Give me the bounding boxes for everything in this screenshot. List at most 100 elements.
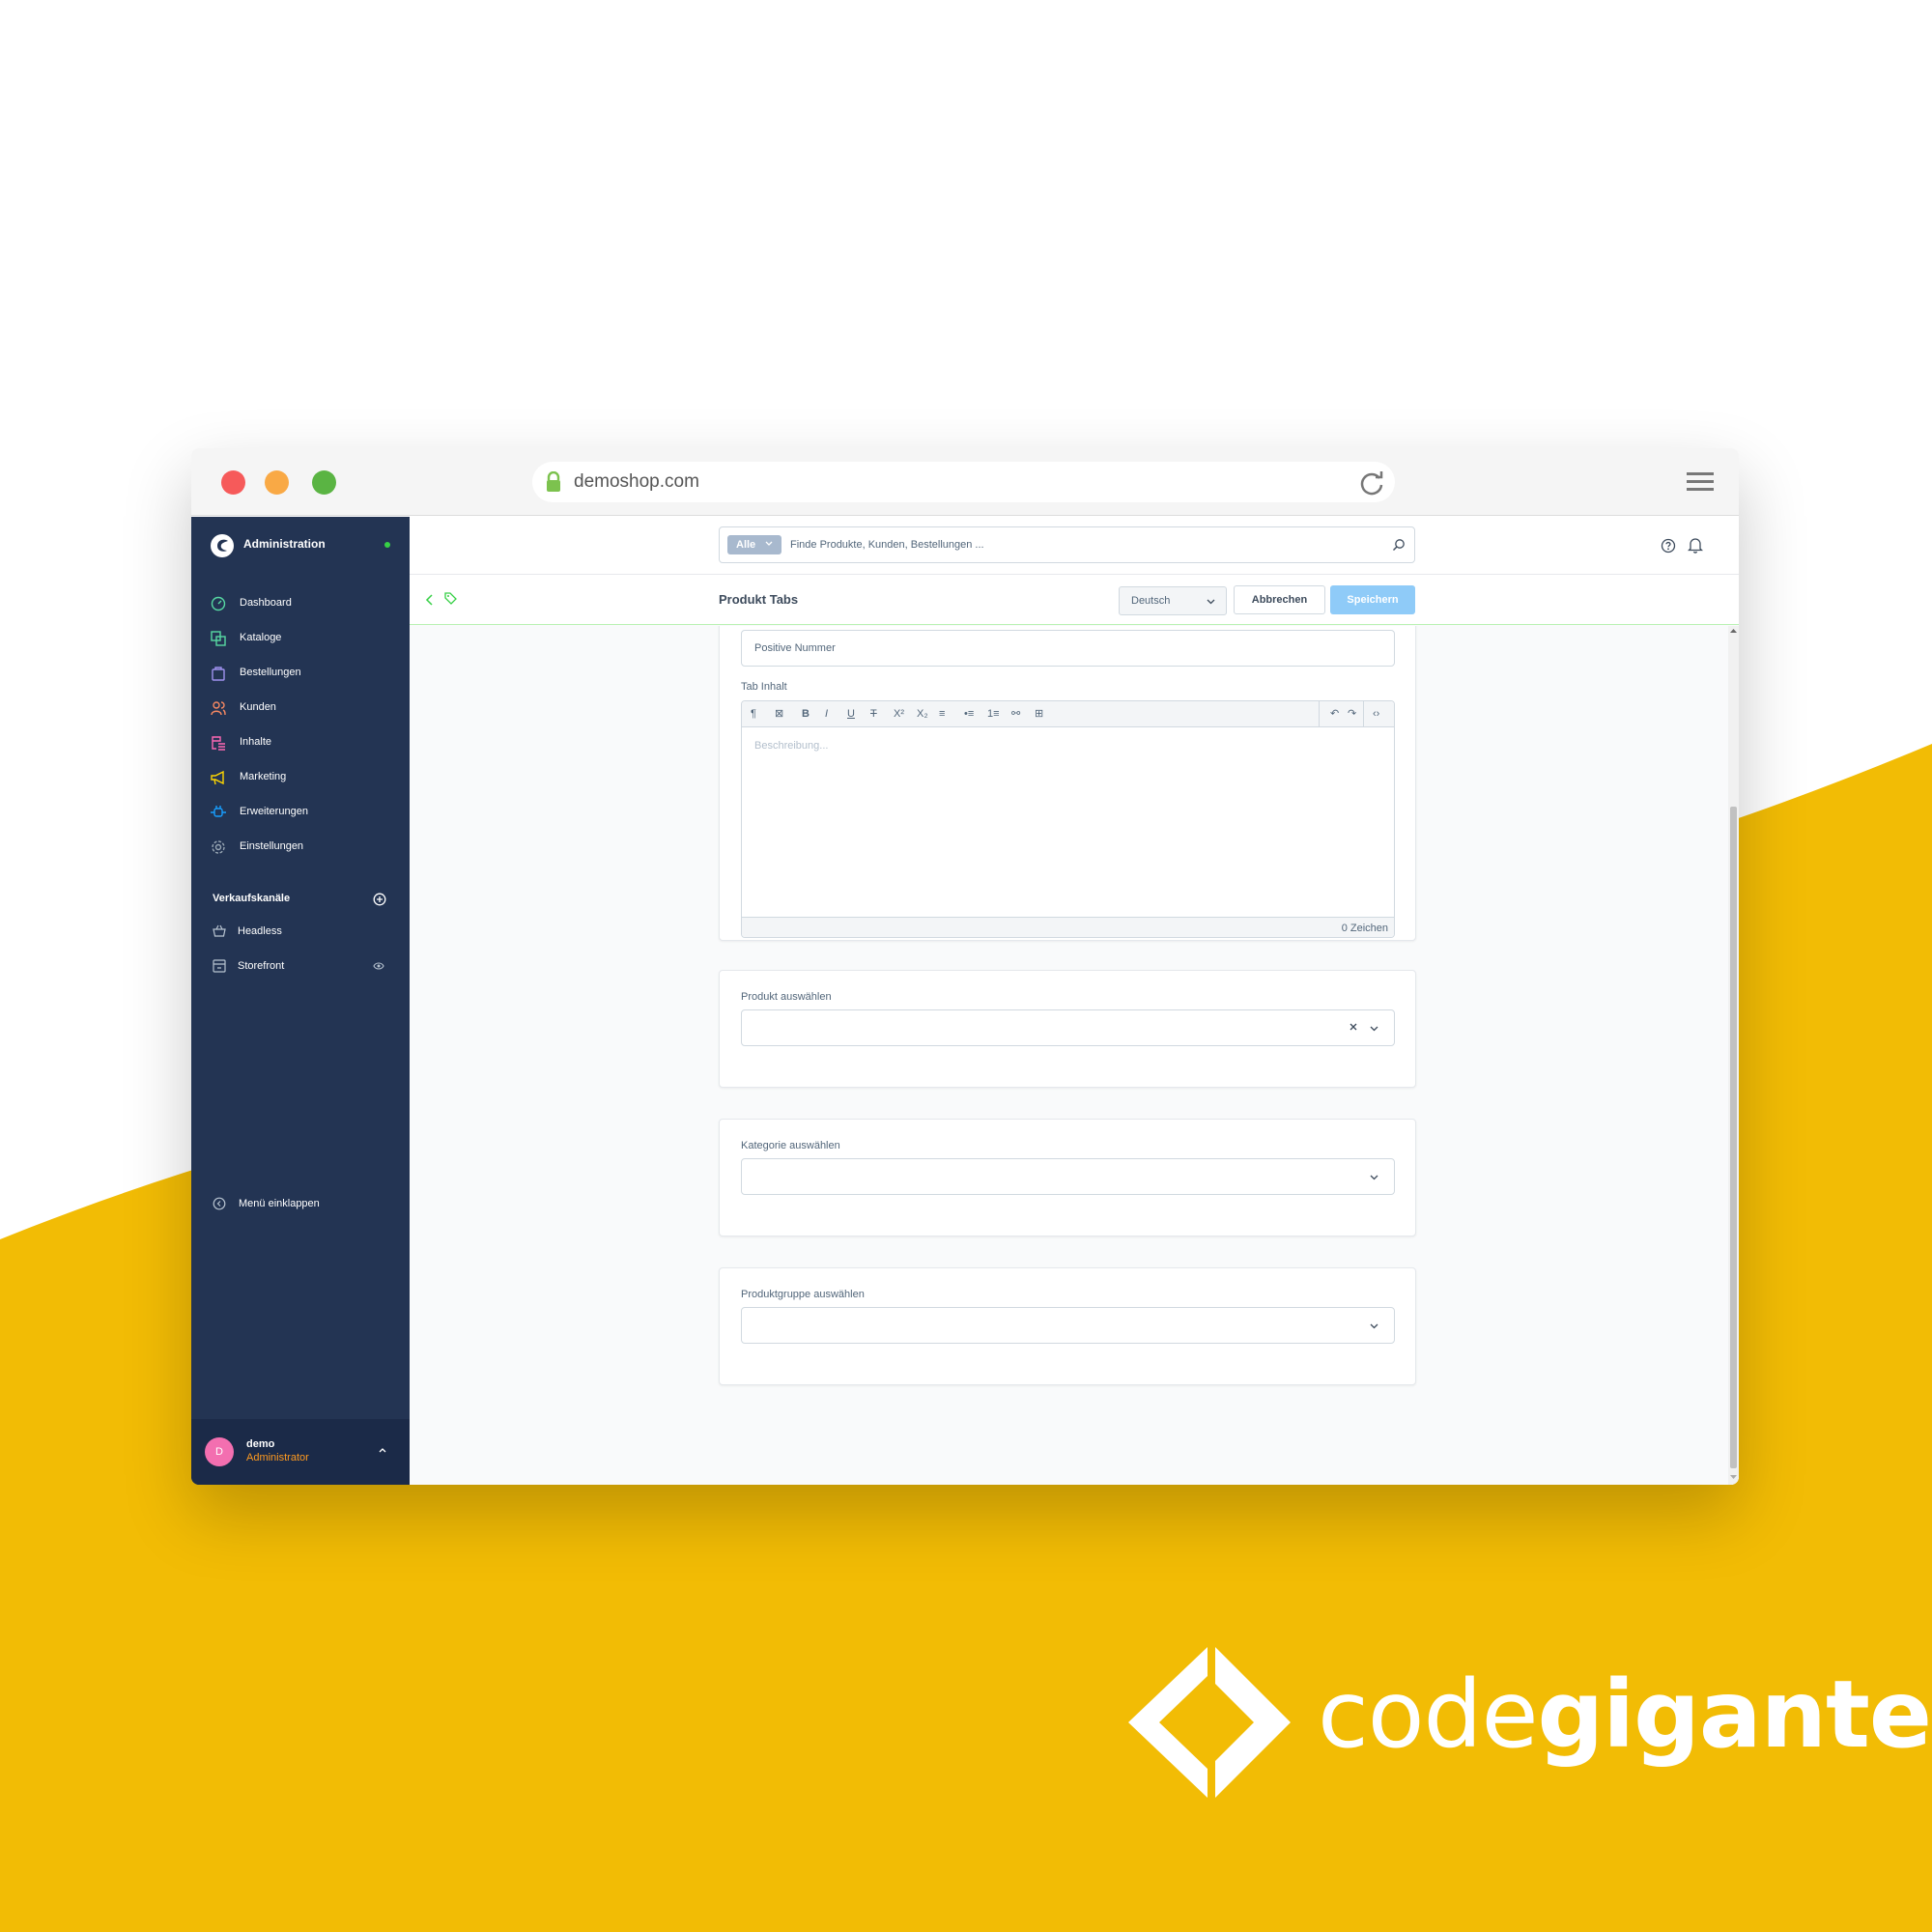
product-select[interactable] (741, 1009, 1395, 1046)
category-select-card: Kategorie auswählen (719, 1119, 1416, 1236)
collapse-menu-label: Menü einklappen (239, 1198, 320, 1209)
search-filter-label: Alle (736, 539, 756, 551)
category-select[interactable] (741, 1158, 1395, 1195)
avatar: D (205, 1437, 234, 1466)
sidebar-item-marketing[interactable]: Marketing (211, 766, 404, 789)
redo-icon[interactable]: ↷ (1348, 708, 1356, 721)
sidebar-item-dashboard[interactable]: Dashboard (211, 592, 404, 615)
language-select[interactable]: Deutsch (1119, 586, 1227, 615)
clear-icon[interactable] (1349, 1022, 1358, 1032)
scroll-down-arrow-icon[interactable] (1730, 1474, 1737, 1480)
marketing-icon (211, 770, 224, 785)
sidebar-item-label: Inhalte (240, 736, 272, 748)
toolbar-divider (1319, 701, 1320, 727)
browser-window: demoshop.com Administration Dashboard Ka… (191, 448, 1739, 1485)
category-select-label: Kategorie auswählen (741, 1140, 840, 1151)
strikethrough-icon[interactable]: T (870, 708, 877, 721)
toolbar-divider (1363, 701, 1364, 727)
eye-icon[interactable] (373, 961, 384, 971)
bullet-list-icon[interactable]: •≡ (964, 708, 974, 721)
text-align-icon[interactable]: ≡ (939, 708, 945, 721)
storefront-icon (213, 959, 226, 973)
content-icon (212, 736, 225, 751)
sidebar-item-label: Bestellungen (240, 667, 301, 678)
sidebar-item-label: Erweiterungen (240, 806, 308, 817)
hamburger-menu-icon[interactable] (1687, 471, 1714, 493)
window-close-dot[interactable] (221, 470, 245, 495)
bell-icon[interactable] (1688, 537, 1703, 554)
content-scrollbar[interactable] (1728, 626, 1739, 1485)
status-dot (384, 542, 390, 548)
undo-icon[interactable]: ↶ (1330, 708, 1339, 721)
paragraph-format-icon[interactable]: ¶ (751, 708, 756, 721)
search-icon[interactable] (1392, 538, 1406, 552)
basket-icon (213, 924, 226, 937)
sidebar-channel-headless[interactable]: Headless (213, 921, 396, 944)
tab-content-label: Tab Inhalt (741, 681, 787, 693)
chevron-down-icon (1370, 1175, 1378, 1180)
window-maximize-dot[interactable] (312, 470, 336, 495)
sidebar-item-erweiterungen[interactable]: Erweiterungen (211, 801, 404, 824)
chevron-down-icon (1370, 1026, 1378, 1032)
tab-content-card: Tab Inhalt ¶ ⊠ B I U T X² X₂ ≡ •≡ 1≡ (719, 626, 1416, 941)
dashboard-icon (211, 596, 226, 611)
tags-icon[interactable] (444, 592, 458, 606)
admin-topbar: Alle (410, 517, 1739, 575)
scrollbar-thumb[interactable] (1730, 807, 1737, 1468)
scroll-up-arrow-icon[interactable] (1730, 628, 1737, 634)
sidebar-item-label: Marketing (240, 771, 287, 782)
smart-bar: Produkt Tabs Deutsch Abbrechen Speichern (410, 575, 1739, 625)
sidebar-channel-storefront[interactable]: Storefront (213, 955, 396, 979)
shopware-logo-icon (211, 534, 234, 557)
sidebar-item-kunden[interactable]: Kunden (211, 696, 404, 720)
orders-icon (212, 667, 225, 681)
table-icon[interactable]: ⊞ (1035, 708, 1043, 721)
collapse-icon (213, 1197, 226, 1210)
save-button[interactable]: Speichern (1330, 585, 1415, 614)
lock-icon (547, 471, 560, 492)
sidebar-item-inhalte[interactable]: Inhalte (211, 731, 404, 754)
sidebar-brand-title: Administration (243, 537, 326, 551)
sidebar-item-bestellungen[interactable]: Bestellungen (211, 662, 404, 685)
sidebar-brand[interactable]: Administration (209, 532, 402, 561)
add-channel-icon[interactable] (373, 893, 386, 906)
cancel-button[interactable]: Abbrechen (1234, 585, 1325, 614)
address-bar[interactable]: demoshop.com (532, 462, 1395, 502)
remove-format-icon[interactable]: ⊠ (775, 708, 783, 721)
product-group-select[interactable] (741, 1307, 1395, 1344)
search-filter-dropdown[interactable]: Alle (727, 535, 781, 554)
position-input[interactable] (741, 630, 1395, 667)
sales-channels-heading: Verkaufskanäle (213, 893, 291, 904)
editor-footer: 0 Zeichen (742, 917, 1394, 937)
chevron-down-icon (765, 541, 773, 546)
codegiganten-wordmark: codegiganten (1318, 1661, 1932, 1769)
underline-icon[interactable]: U (847, 708, 855, 721)
language-select-value: Deutsch (1131, 595, 1171, 607)
link-icon[interactable]: ⚯ (1011, 708, 1020, 721)
help-icon[interactable] (1661, 538, 1676, 554)
editor-placeholder[interactable]: Beschreibung... (754, 740, 828, 752)
italic-icon[interactable]: I (825, 708, 828, 721)
sidebar-item-label: Kunden (240, 701, 276, 713)
logo-word-light: code (1318, 1661, 1539, 1769)
sidebar-item-kataloge[interactable]: Kataloge (211, 627, 404, 650)
collapse-menu-button[interactable]: Menü einklappen (213, 1193, 396, 1216)
user-profile[interactable]: D demo Administrator (191, 1419, 410, 1485)
chevron-down-icon (1370, 1323, 1378, 1329)
page-title: Produkt Tabs (719, 592, 799, 607)
back-chevron-icon[interactable] (425, 593, 435, 607)
numbered-list-icon[interactable]: 1≡ (987, 708, 1000, 721)
chevron-up-icon[interactable] (378, 1446, 387, 1454)
subscript-icon[interactable]: X₂ (917, 708, 928, 721)
sidebar-item-einstellungen[interactable]: Einstellungen (211, 836, 404, 859)
settings-icon (212, 840, 225, 854)
search-input[interactable] (790, 531, 1370, 558)
sidebar-channel-label: Headless (238, 925, 282, 937)
superscript-icon[interactable]: X² (894, 708, 904, 721)
sidebar-item-label: Einstellungen (240, 840, 304, 852)
bold-icon[interactable]: B (802, 708, 810, 721)
code-view-icon[interactable]: ‹› (1373, 708, 1379, 721)
window-minimize-dot[interactable] (265, 470, 289, 495)
extensions-icon (211, 806, 226, 817)
reload-icon[interactable] (1358, 469, 1385, 497)
